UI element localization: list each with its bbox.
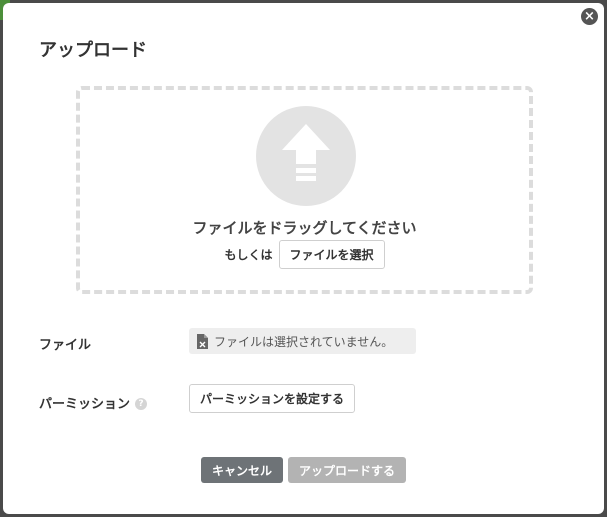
permission-label-row: パーミッション ? bbox=[39, 393, 148, 412]
file-status-text: ファイルは選択されていません。 bbox=[214, 334, 394, 349]
dialog-footer: キャンセル アップロードする bbox=[3, 457, 604, 483]
select-file-button[interactable]: ファイルを選択 bbox=[278, 240, 385, 269]
close-icon[interactable]: × bbox=[581, 8, 598, 25]
dialog-title: アップロード bbox=[39, 40, 147, 61]
drag-instruction: ファイルをドラッグしてください bbox=[192, 219, 417, 237]
file-icon bbox=[197, 333, 208, 349]
file-status: ファイルは選択されていません。 bbox=[189, 328, 416, 354]
select-file-row: もしくは ファイルを選択 bbox=[80, 240, 529, 269]
or-text: もしくは bbox=[224, 248, 273, 262]
drop-zone[interactable]: ファイルをドラッグしてください もしくは ファイルを選択 bbox=[76, 86, 533, 294]
upload-dialog: × アップロード ファイルをドラッグしてください もしくは ファイルを選択 ファ… bbox=[3, 3, 604, 514]
upload-arrow-icon bbox=[256, 106, 356, 206]
set-permission-button[interactable]: パーミッションを設定する bbox=[189, 384, 356, 413]
file-label: ファイル bbox=[39, 338, 92, 353]
cancel-button[interactable]: キャンセル bbox=[200, 457, 283, 483]
upload-button[interactable]: アップロードする bbox=[288, 457, 407, 483]
help-icon[interactable]: ? bbox=[135, 398, 148, 410]
permission-label: パーミッション bbox=[39, 397, 131, 412]
